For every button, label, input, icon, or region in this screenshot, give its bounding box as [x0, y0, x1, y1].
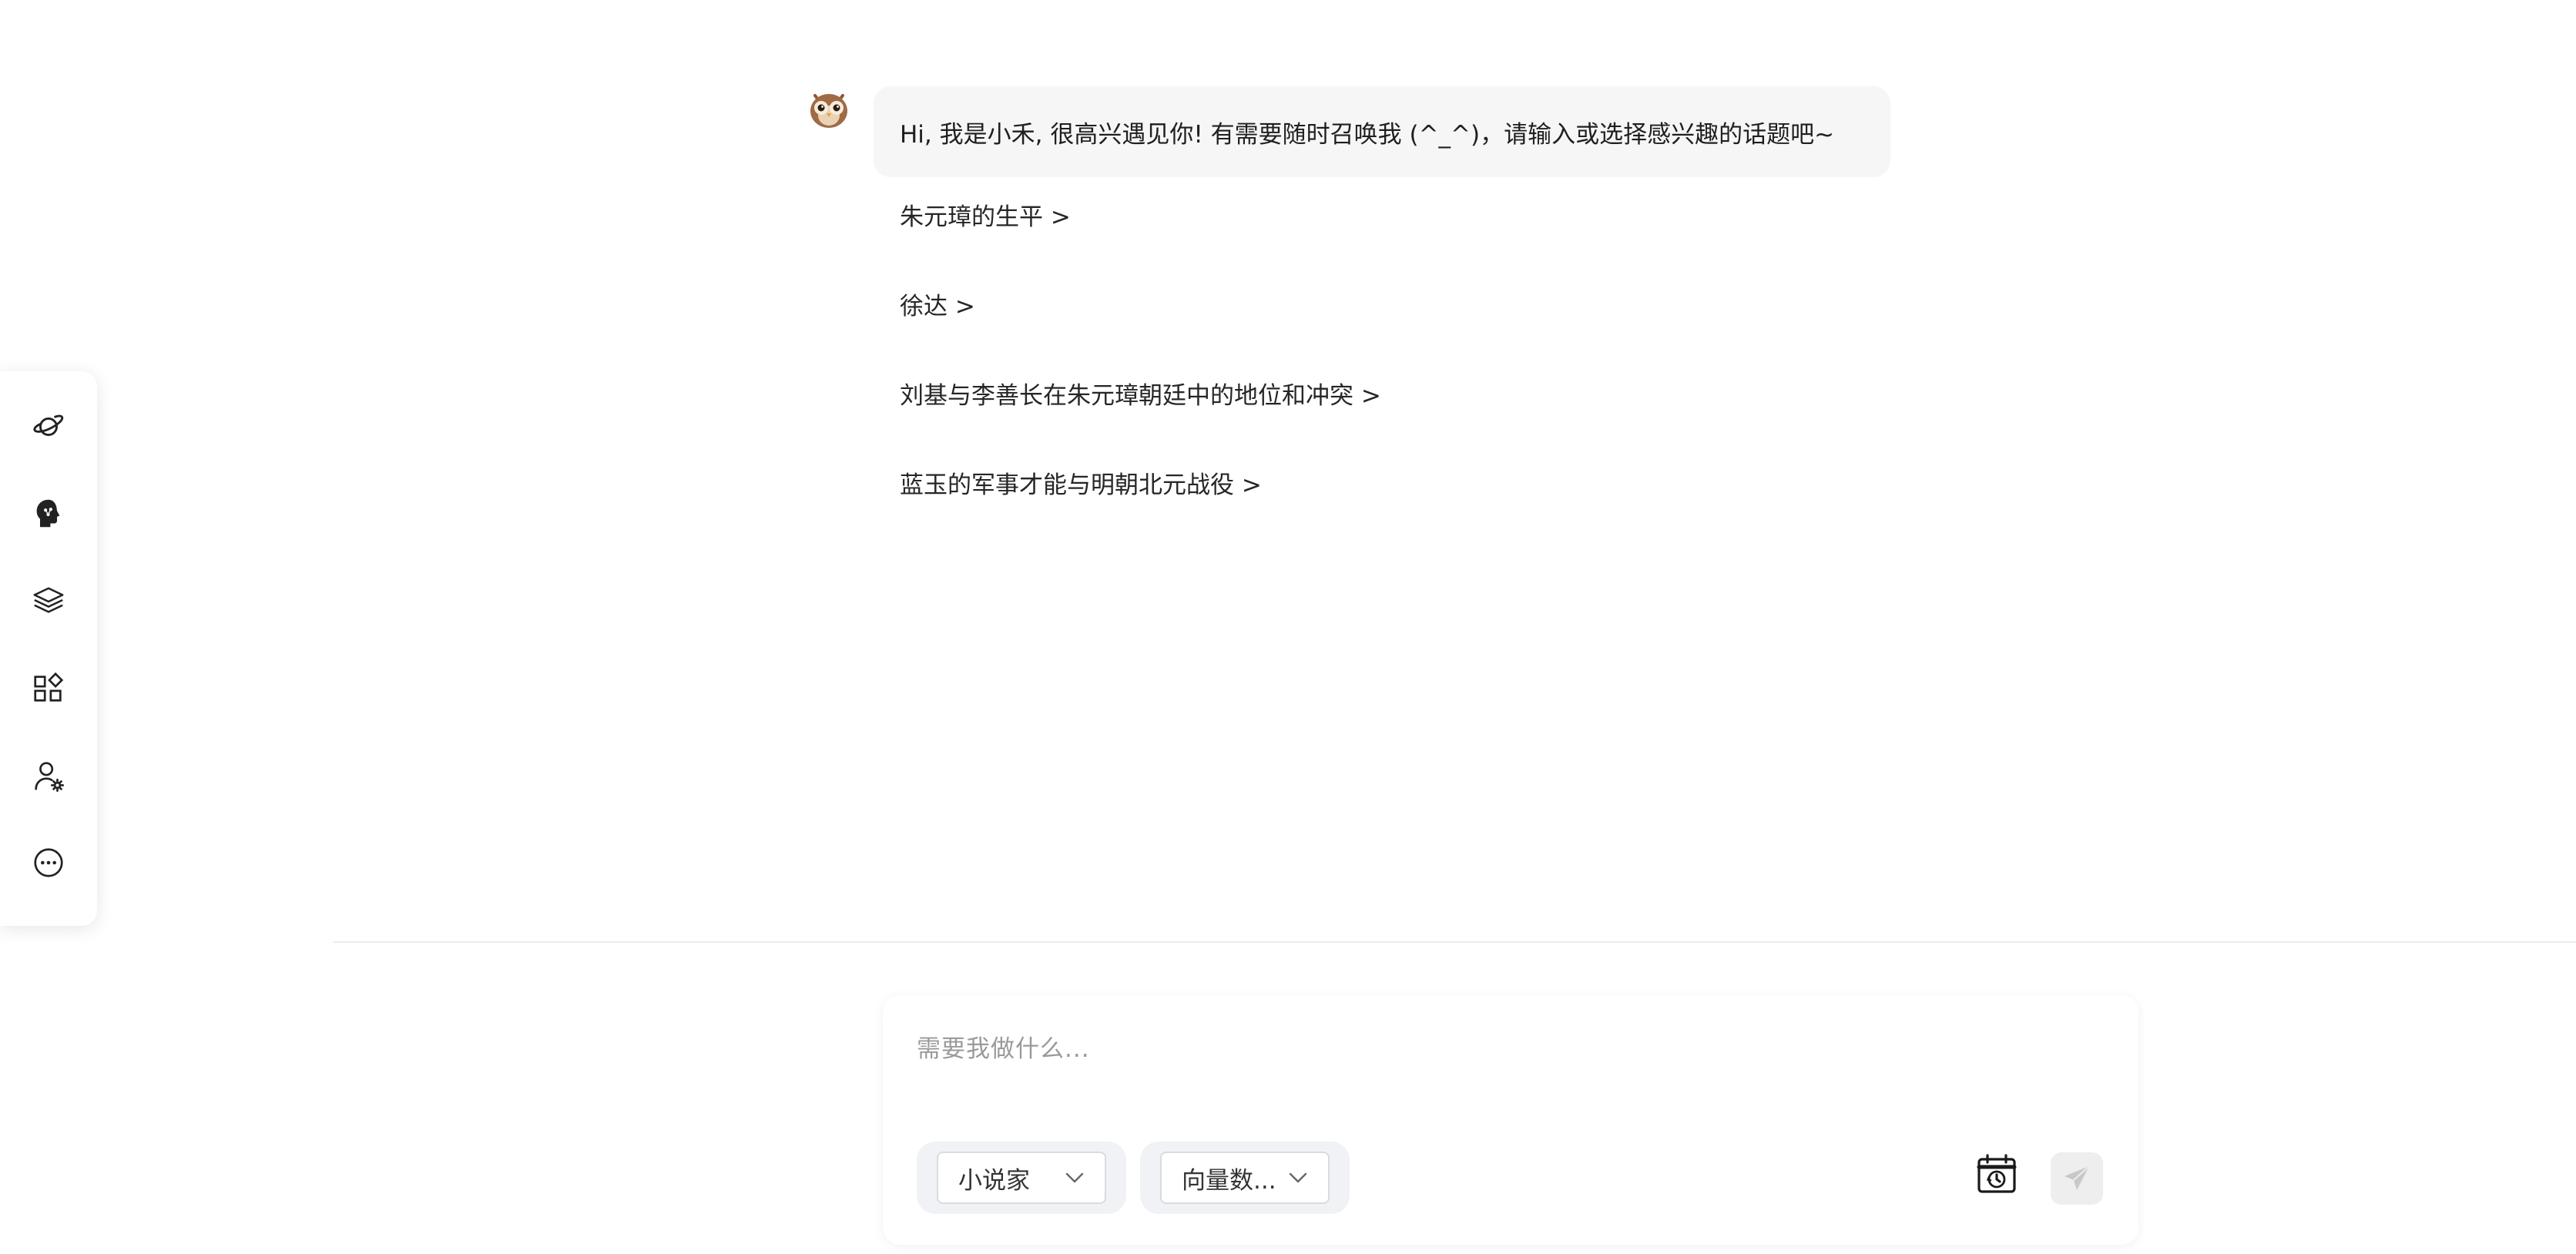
send-icon	[2064, 1165, 2090, 1190]
greeting-message: Hi, 我是小禾, 很高兴遇见你! 有需要随时召唤我 (^_^)，请输入或选择感…	[874, 86, 1890, 177]
kb-select-pill: 向量数...	[1140, 1142, 1350, 1214]
knowledge-base-select[interactable]: 向量数...	[1160, 1152, 1330, 1204]
user-settings-icon	[35, 762, 65, 792]
composer-divider	[333, 941, 2576, 943]
toolbar-brain-button[interactable]	[24, 489, 73, 538]
app-root: Hi, 我是小禾, 很高兴遇见你! 有需要随时召唤我 (^_^)，请输入或选择感…	[0, 0, 2576, 1254]
suggested-topics: 朱元璋的生平 > 徐达 > 刘基与李善长在朱元璋朝廷中的地位和冲突 > 蓝玉的军…	[900, 193, 1381, 550]
suggestion-item[interactable]: 朱元璋的生平 >	[900, 193, 1381, 282]
role-select-pill: 小说家	[917, 1142, 1126, 1214]
brain-head-icon	[36, 499, 60, 528]
role-select-value: 小说家	[958, 1166, 1030, 1195]
apps-grid-icon	[34, 672, 64, 702]
chevron-down-icon	[1065, 1172, 1085, 1184]
toolbar-layers-button[interactable]	[24, 577, 73, 625]
more-icon	[34, 848, 63, 877]
suggestion-item[interactable]: 徐达 >	[900, 282, 1381, 371]
message-input[interactable]	[917, 1026, 2103, 1072]
calendar-history-icon	[1977, 1154, 2017, 1193]
owl-avatar-icon	[810, 94, 847, 128]
layers-icon	[33, 587, 64, 613]
suggestion-item[interactable]: 蓝玉的军事才能与明朝北元战役 >	[900, 461, 1381, 550]
chevron-down-icon	[1288, 1172, 1308, 1184]
role-select[interactable]: 小说家	[937, 1152, 1106, 1204]
toolbar-apps-button[interactable]	[24, 664, 73, 712]
toolbar-user-settings-button[interactable]	[24, 751, 73, 800]
composer-card: 小说家 向量数...	[883, 995, 2138, 1245]
kb-select-value: 向量数...	[1182, 1166, 1276, 1195]
toolbar-more-button[interactable]	[24, 839, 73, 887]
send-button[interactable]	[2051, 1152, 2103, 1205]
toolbar-planet-button[interactable]	[24, 402, 73, 451]
planet-icon	[33, 414, 64, 436]
side-toolbar	[0, 371, 97, 926]
history-button[interactable]	[1972, 1149, 2021, 1199]
greeting-text: Hi, 我是小禾, 很高兴遇见你! 有需要随时召唤我 (^_^)，请输入或选择感…	[900, 120, 1835, 149]
suggestion-item[interactable]: 刘基与李善长在朱元璋朝廷中的地位和冲突 >	[900, 371, 1381, 461]
